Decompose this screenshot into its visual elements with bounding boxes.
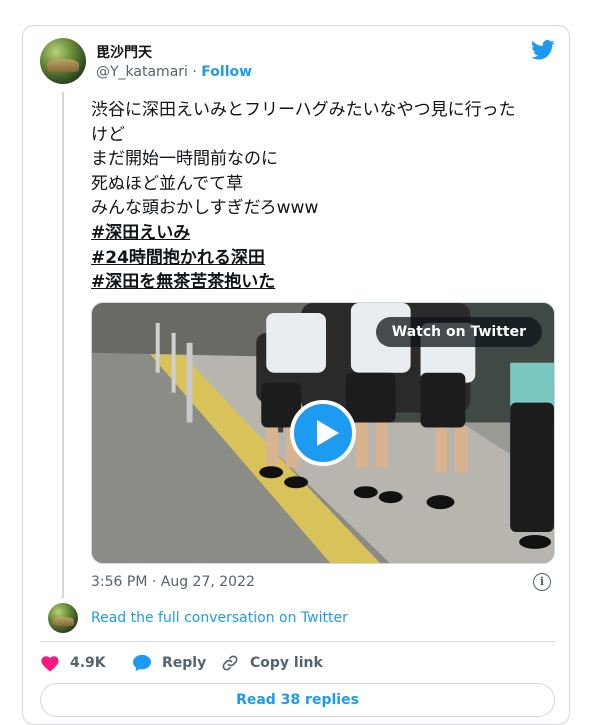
reply-label: Reply — [162, 655, 207, 671]
hashtag-link[interactable]: #深田を無茶苦茶抱いた — [91, 270, 561, 295]
author-handle-row: @Y_katamari · Follow — [96, 64, 252, 80]
tweet-line: けど — [91, 124, 125, 145]
reply-button[interactable]: Reply — [132, 652, 206, 674]
tweet-line: 渋谷に深田えいみとフリーハグみたいなやつ見に行った — [91, 100, 516, 120]
action-bar: 4.9K Reply Copy link — [40, 652, 555, 674]
author-handle[interactable]: @Y_katamari — [96, 64, 188, 80]
follow-button[interactable]: Follow — [201, 64, 252, 80]
read-replies-button[interactable]: Read 38 replies — [40, 683, 555, 717]
reply-bubble-icon — [133, 654, 151, 672]
watch-on-twitter-button[interactable]: Watch on Twitter — [375, 317, 542, 347]
conversation-avatar[interactable] — [48, 603, 78, 633]
tweet-line: 死ぬほど並んでて草 — [91, 173, 244, 194]
tweet-text: 渋谷に深田えいみとフリーハグみたいなやつ見に行った けど まだ開始一時間前なのに… — [91, 98, 561, 295]
tweet-timestamp[interactable]: 3:56 PM · Aug 27, 2022 — [91, 574, 255, 590]
read-full-conversation-link[interactable]: Read the full conversation on Twitter — [91, 610, 348, 626]
video-player[interactable]: Watch on Twitter — [91, 302, 555, 564]
heart-icon — [41, 656, 59, 672]
copy-link-button[interactable]: Copy link — [220, 652, 323, 674]
tweet-line: みんな頭おかしすぎだろwww — [91, 198, 319, 219]
tweet-line: まだ開始一時間前なのに — [91, 149, 278, 170]
play-icon[interactable] — [290, 400, 356, 466]
hashtag-link[interactable]: #深田えいみ — [91, 221, 561, 246]
author-avatar[interactable] — [40, 38, 86, 84]
divider — [40, 641, 555, 642]
link-icon — [222, 655, 238, 671]
info-icon[interactable]: i — [533, 573, 551, 591]
hashtag-link[interactable]: #24時間抱かれる深田 — [91, 246, 561, 271]
like-count: 4.9K — [70, 655, 106, 671]
thread-line — [62, 92, 64, 598]
like-button[interactable]: 4.9K — [40, 652, 106, 674]
copy-link-label: Copy link — [250, 655, 323, 671]
author-display-name[interactable]: 毘沙門天 — [96, 42, 152, 62]
handle-separator: · — [187, 64, 202, 80]
twitter-bird-icon[interactable] — [531, 40, 555, 60]
